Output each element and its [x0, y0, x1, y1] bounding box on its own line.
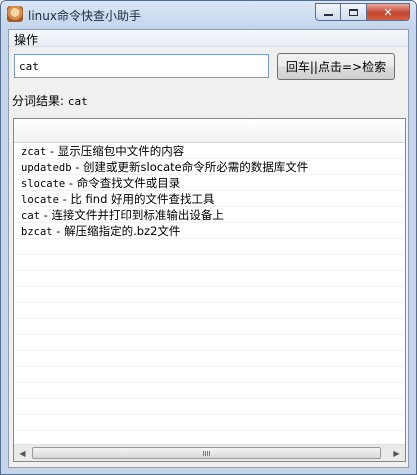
list-item — [14, 415, 405, 431]
search-button[interactable]: 回车||点击=>检索 — [277, 53, 395, 80]
list-item — [14, 399, 405, 415]
menu-bar: 操作 — [9, 30, 408, 47]
result-command: cat — [21, 210, 40, 222]
result-description: 连接文件并打印到标准输出设备上 — [51, 208, 224, 222]
segmentation-label: 分词结果: — [12, 94, 65, 108]
maximize-icon — [349, 8, 358, 16]
segmentation-result: 分词结果: cat — [12, 92, 88, 109]
app-window: linux命令快查小助手 ✕ 操作 回车||点击=>检索 分词结果: cat — [0, 0, 417, 475]
maximize-button[interactable] — [341, 3, 367, 21]
horizontal-scrollbar[interactable]: ◀ ▶ — [14, 444, 405, 461]
app-icon — [7, 6, 23, 22]
result-separator: - — [52, 224, 65, 238]
list-item — [14, 367, 405, 383]
list-item — [14, 351, 405, 367]
result-description: 比 find 好用的文件查找工具 — [70, 192, 215, 206]
client-area: 操作 回车||点击=>检索 分词结果: cat zcat - 显示压缩包中文件的… — [8, 29, 409, 468]
result-command: zcat — [21, 146, 47, 158]
result-separator: - — [39, 208, 52, 222]
result-command: slocate — [21, 178, 66, 190]
window-title: linux命令快查小助手 — [28, 9, 141, 23]
results-rows: zcat - 显示压缩包中文件的内容 updatedb - 创建或更新sloca… — [14, 143, 405, 431]
result-command: locate — [21, 194, 59, 206]
result-description: 显示压缩包中文件的内容 — [57, 144, 185, 158]
result-description: 创建或更新slocate命令所必需的数据库文件 — [83, 160, 309, 174]
list-item — [14, 335, 405, 351]
window-controls: ✕ — [315, 3, 410, 21]
result-separator: - — [46, 144, 58, 158]
list-item — [14, 255, 405, 271]
list-item — [14, 303, 405, 319]
result-description: 命令查找文件或目录 — [76, 176, 181, 190]
title-bar[interactable]: linux命令快查小助手 ✕ — [1, 1, 416, 29]
scrollbar-thumb[interactable] — [32, 447, 381, 459]
result-command: bzcat — [21, 226, 53, 238]
scroll-left-icon[interactable]: ◀ — [14, 445, 31, 461]
list-item — [14, 271, 405, 287]
grip-icon — [202, 451, 211, 456]
result-separator: - — [65, 176, 77, 190]
minimize-button[interactable] — [315, 3, 341, 21]
list-item[interactable]: slocate - 命令查找文件或目录 — [14, 175, 405, 191]
results-list[interactable]: zcat - 显示压缩包中文件的内容 updatedb - 创建或更新sloca… — [13, 118, 406, 462]
minimize-icon — [323, 14, 333, 16]
list-item — [14, 287, 405, 303]
close-button[interactable]: ✕ — [367, 3, 410, 21]
list-item[interactable]: bzcat - 解压缩指定的.bz2文件 — [14, 223, 405, 239]
result-separator: - — [58, 192, 71, 206]
scroll-right-icon[interactable]: ▶ — [388, 445, 405, 461]
list-item — [14, 383, 405, 399]
list-header — [14, 119, 405, 143]
list-item[interactable]: locate - 比 find 好用的文件查找工具 — [14, 191, 405, 207]
result-command: updatedb — [21, 162, 72, 174]
list-item[interactable]: zcat - 显示压缩包中文件的内容 — [14, 143, 405, 159]
result-description: 解压缩指定的.bz2文件 — [64, 224, 181, 238]
result-separator: - — [71, 160, 84, 174]
list-item[interactable]: cat - 连接文件并打印到标准输出设备上 — [14, 207, 405, 223]
close-icon: ✕ — [383, 5, 393, 19]
list-item[interactable]: updatedb - 创建或更新slocate命令所必需的数据库文件 — [14, 159, 405, 175]
segmentation-value: cat — [67, 95, 88, 108]
list-item — [14, 239, 405, 255]
list-item — [14, 319, 405, 335]
search-input[interactable] — [14, 54, 269, 78]
menu-item-operations[interactable]: 操作 — [12, 31, 40, 48]
